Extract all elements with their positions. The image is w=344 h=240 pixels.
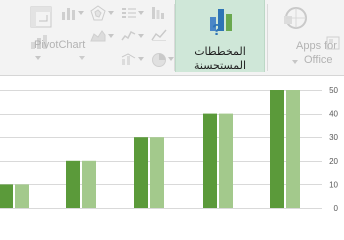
radar-chart-icon[interactable] [90,5,106,21]
apps-for-office-icon[interactable] [283,5,309,31]
area-chart-icon[interactable] [90,28,106,42]
dropdown-arrow-icon[interactable] [138,34,144,38]
chart-bar[interactable] [134,137,148,208]
office-apps-icon[interactable] [326,36,340,50]
line-chart-icon[interactable] [121,6,137,20]
chart-bar[interactable] [150,137,164,208]
chart-bar[interactable] [270,90,284,208]
chart-bar[interactable] [203,113,217,208]
y-tick-label: 40 [329,110,338,119]
dropdown-arrow-icon[interactable] [108,34,114,38]
combo-chart-icon[interactable] [121,52,137,66]
pivotchart-label[interactable]: PivotChart [34,39,85,51]
y-tick-label: 20 [329,157,338,166]
dropdown-arrow-icon[interactable] [138,11,144,15]
chart-bar[interactable] [219,113,233,208]
y-tick-label: 0 [334,204,339,213]
pivot-table-icon[interactable] [30,6,52,28]
recommended-charts-label-line2: المستحسنة [193,60,247,72]
chart-bar[interactable] [66,160,80,208]
svg-text:?: ? [212,22,222,37]
chart-svg: 0 10 20 30 40 50 [0,86,339,213]
dropdown-arrow-icon[interactable] [108,11,114,15]
dropdown-arrow-icon[interactable] [35,56,41,60]
recommended-charts-label-line1: المخططات [194,46,246,58]
pivot-chart-dropdown-icon[interactable] [78,52,86,66]
statistic-chart-icon[interactable] [121,28,137,42]
chart-bar[interactable] [286,90,300,208]
line-chart-small-icon[interactable] [151,28,167,42]
chart-bar[interactable] [15,184,29,208]
y-tick-label: 50 [329,86,338,95]
chart-area[interactable]: 0 10 20 30 40 50 [0,76,344,214]
dropdown-arrow-icon[interactable] [138,57,144,61]
chart-bar[interactable] [82,160,96,208]
apps-for-office-label-line2[interactable]: Office [304,54,333,66]
ribbon: PivotChart ? المخططات المستحسنة Apps for… [0,0,344,75]
chart-bar[interactable] [0,184,13,208]
recommended-charts-icon: ? [207,5,235,37]
recommended-charts-button[interactable]: ? المخططات المستحسنة [175,0,265,72]
bar-chart-icon[interactable] [151,6,165,20]
dropdown-arrow-icon[interactable] [292,60,298,64]
group-separator [267,4,268,71]
pie-chart-icon[interactable] [151,52,167,68]
dropdown-arrow-icon[interactable] [78,11,84,15]
y-tick-label: 30 [329,133,338,142]
column-chart-icon[interactable] [61,6,77,20]
y-tick-label: 10 [329,180,338,189]
